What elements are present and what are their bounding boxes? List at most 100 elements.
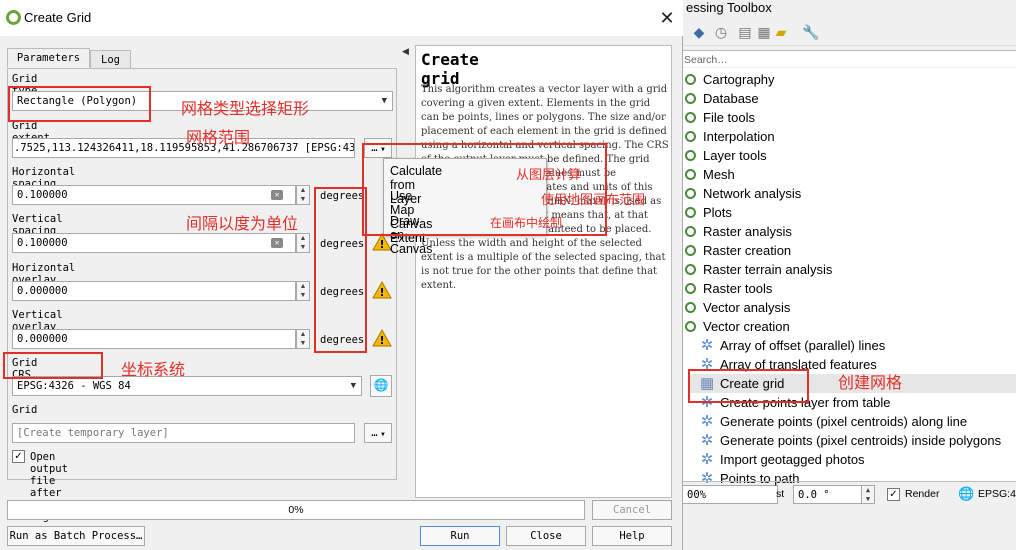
close-label: Close	[530, 530, 562, 542]
render-checkbox[interactable]: ✓	[887, 488, 900, 501]
v-overlay-value: 0.000000	[17, 333, 68, 345]
tree-item[interactable]: ✲ Import geotagged photos	[700, 450, 865, 469]
tree-group[interactable]: Raster tools	[685, 279, 772, 298]
gear-icon: ✲	[700, 413, 714, 430]
run-button[interactable]: Run	[420, 526, 500, 546]
h-spacing-value: 0.100000	[17, 189, 68, 201]
h-overlay-value: 0.000000	[17, 285, 68, 297]
status-crs[interactable]: EPSG:4	[978, 488, 1016, 500]
collapse-arrow-icon[interactable]: ◀	[402, 46, 409, 57]
tree-group[interactable]: Plots	[685, 203, 732, 222]
tree-group-label: Raster tools	[703, 281, 773, 296]
script-icon[interactable]: ▰	[772, 23, 790, 41]
annotation-box-units	[314, 187, 367, 353]
tree-group-label: Vector analysis	[703, 300, 791, 315]
help-label: Help	[619, 530, 645, 542]
tab-log[interactable]: Log	[90, 50, 131, 68]
tree-group-label: Layer tools	[703, 148, 767, 163]
close-icon[interactable]: ✕	[655, 6, 679, 30]
python-icon[interactable]: ◆	[690, 23, 708, 41]
toolbox-search-input[interactable]: Search…	[683, 50, 1016, 67]
svg-text:!: !	[379, 286, 384, 299]
tree-group[interactable]: Cartography	[685, 70, 775, 89]
tree-bottom-border	[683, 481, 1016, 482]
warning-icon: !	[372, 329, 392, 347]
tab-parameters[interactable]: Parameters	[7, 48, 90, 68]
tree-group[interactable]: Raster terrain analysis	[685, 260, 832, 279]
annotation-draw-canvas: 在画布中绘制	[490, 216, 563, 230]
qgis-logo-icon	[6, 10, 21, 25]
grid-extent-value: .7525,113.124326411,18.119595853,41.2867…	[14, 142, 355, 154]
tree-item[interactable]: ✲ Array of offset (parallel) lines	[700, 336, 886, 355]
annotation-box-grid-type	[8, 86, 151, 122]
h-overlay-spin[interactable]: ▲ ▼	[296, 281, 310, 301]
tree-group[interactable]: File tools	[685, 108, 755, 127]
rotation-spin[interactable]: ▲ ▼	[861, 486, 874, 503]
crs-select-button[interactable]: 🌐	[370, 375, 392, 397]
close-button[interactable]: Close	[506, 526, 586, 546]
qgis-provider-icon	[685, 302, 696, 313]
tree-group[interactable]: Network analysis	[685, 184, 801, 203]
tree-item[interactable]: ✲ Points to path	[700, 469, 800, 488]
toolbox-toolbar	[683, 20, 1016, 46]
v-spacing-input[interactable]: 0.100000 ✕	[12, 233, 296, 253]
h-overlay-input[interactable]: 0.000000	[12, 281, 296, 301]
qgis-provider-icon	[685, 112, 696, 123]
cancel-button[interactable]: Cancel	[592, 500, 672, 520]
window-title: Create Grid	[24, 10, 92, 25]
chevron-down-icon: ▼	[381, 96, 387, 106]
annotation-grid-type: 网格类型选择矩形	[181, 101, 310, 118]
tree-group[interactable]: Layer tools	[685, 146, 767, 165]
help-button[interactable]: Help	[592, 526, 672, 546]
batch-process-button[interactable]: Run as Batch Process…	[7, 526, 145, 546]
qgis-provider-icon	[685, 93, 696, 104]
globe-icon: 🌐	[373, 378, 389, 392]
rotation-input[interactable]: 0.0 ° ▲ ▼	[793, 485, 875, 504]
crs-globe-icon[interactable]: 🌐	[958, 486, 974, 502]
tree-group[interactable]: Raster creation	[685, 241, 791, 260]
v-overlay-spin[interactable]: ▲ ▼	[296, 329, 310, 349]
tree-group-label: Database	[703, 91, 759, 106]
grid-crs-combo[interactable]: EPSG:4326 - WGS 84 ▼	[12, 376, 362, 396]
tree-group[interactable]: Vector creation	[685, 317, 790, 336]
qgis-provider-icon	[685, 245, 696, 256]
svg-text:!: !	[379, 334, 384, 347]
tree-group-label: Network analysis	[703, 186, 802, 201]
tree-item[interactable]: ✲ Generate points (pixel centroids) insid…	[700, 431, 1001, 450]
h-spacing-input[interactable]: 0.100000 ✕	[12, 185, 296, 205]
grid-extent-input[interactable]: .7525,113.124326411,18.119595853,41.2867…	[12, 138, 355, 158]
grid-crs-value: EPSG:4326 - WGS 84	[17, 380, 131, 392]
rotation-value: 0.0 °	[798, 489, 830, 501]
chevron-down-icon: ▼	[377, 431, 385, 438]
v-overlay-input[interactable]: 0.000000	[12, 329, 296, 349]
h-spacing-spin[interactable]: ▲ ▼	[296, 185, 310, 205]
gear-icon: ✲	[700, 432, 714, 449]
clear-icon[interactable]: ✕	[271, 238, 283, 248]
tree-group[interactable]: Raster analysis	[685, 222, 792, 241]
annotation-crs: 坐标系统	[121, 362, 186, 379]
tree-group-label: Interpolation	[703, 129, 775, 144]
svg-text:!: !	[379, 238, 384, 251]
annotation-extent: 网格范围	[186, 130, 251, 147]
v-spacing-value: 0.100000	[17, 237, 68, 249]
qgis-provider-icon	[685, 169, 696, 180]
grid-output-input[interactable]: [Create temporary layer]	[12, 423, 355, 443]
tree-group[interactable]: Database	[685, 89, 759, 108]
v-spacing-spin[interactable]: ▲ ▼	[296, 233, 310, 253]
tree-group[interactable]: Interpolation	[685, 127, 775, 146]
tree-group[interactable]: Vector analysis	[685, 298, 790, 317]
tree-group-label: Vector creation	[703, 319, 790, 334]
clear-icon[interactable]: ✕	[271, 190, 283, 200]
history-icon[interactable]: ◷	[712, 23, 730, 41]
output-options-button[interactable]: … ▼	[364, 423, 392, 443]
options-wrench-icon[interactable]: 🔧	[802, 23, 820, 41]
qgis-provider-icon	[685, 74, 696, 85]
tree-group[interactable]: Mesh	[685, 165, 735, 184]
model-icon[interactable]: ▦	[755, 23, 773, 41]
chevron-down-icon: ▼	[350, 381, 356, 391]
qgis-provider-icon	[685, 131, 696, 142]
open-output-checkbox[interactable]: ✓	[12, 450, 25, 463]
tree-item-label: Array of offset (parallel) lines	[720, 338, 886, 353]
results-icon[interactable]: ▤	[736, 23, 754, 41]
tree-item[interactable]: ✲ Generate points (pixel centroids) along…	[700, 412, 967, 431]
